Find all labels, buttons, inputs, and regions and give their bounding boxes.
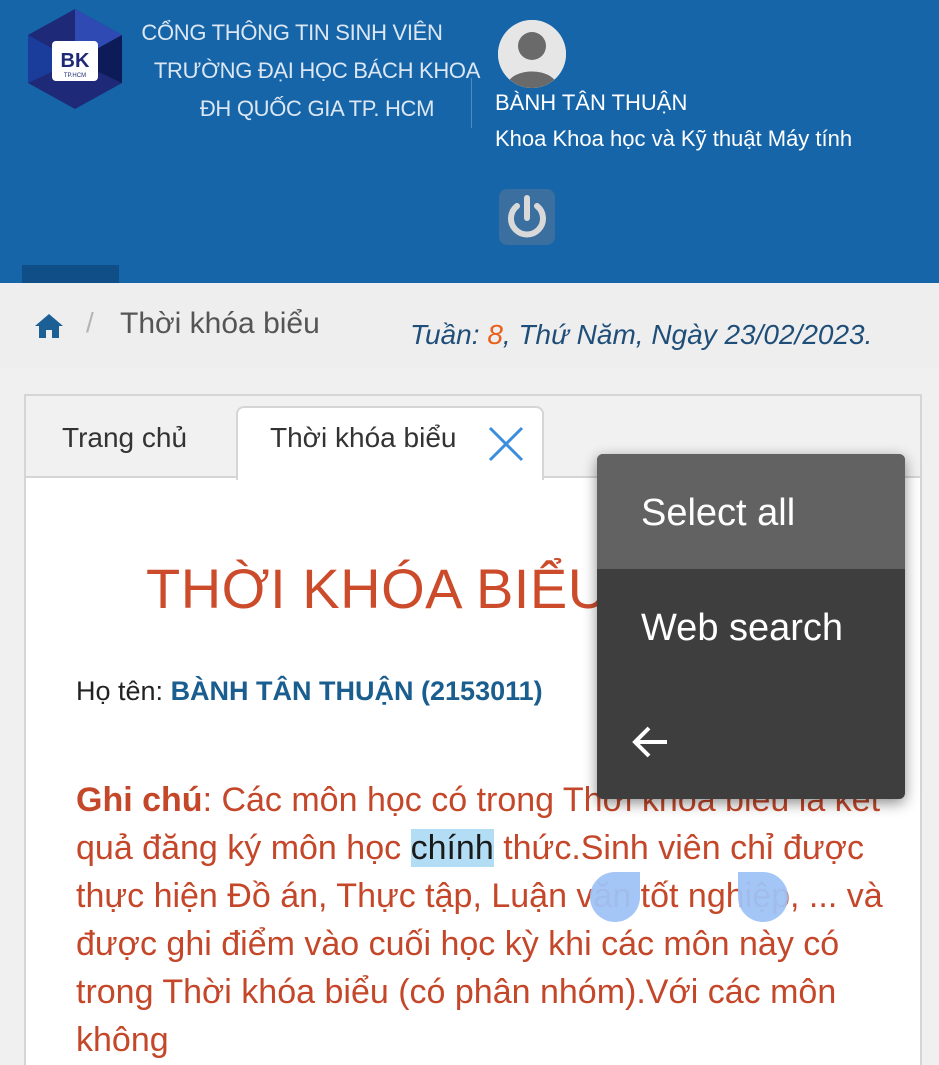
page-title: THỜI KHÓA BIỂU xyxy=(146,557,609,620)
menu-select-all[interactable]: Select all xyxy=(597,454,905,569)
selected-text[interactable]: chính xyxy=(410,829,494,867)
breadcrumb-separator: / xyxy=(86,307,94,338)
power-icon[interactable] xyxy=(498,188,556,246)
avatar[interactable] xyxy=(498,20,566,88)
svg-text:BK: BK xyxy=(61,50,90,72)
week-number: 8 xyxy=(487,319,503,350)
text-selection-menu: Select all Web search xyxy=(597,454,905,799)
tab-timetable-label: Thời khóa biểu xyxy=(270,422,457,453)
svg-text:TP.HCM: TP.HCM xyxy=(64,73,86,79)
breadcrumb: / Thời khóa biểu Tuần: 8, Thứ Năm, Ngày … xyxy=(0,283,939,368)
student-label: Họ tên: xyxy=(76,676,171,706)
selection-handle-start[interactable] xyxy=(590,872,640,922)
breadcrumb-current: Thời khóa biểu xyxy=(120,307,320,340)
school-line-2: TRƯỜNG ĐẠI HỌC BÁCH KHOA xyxy=(153,58,481,83)
faculty-name: Khoa Khoa học và Kỹ thuật Máy tính xyxy=(495,126,853,151)
user-silhouette-icon xyxy=(498,20,566,88)
portal-header: BK TP.HCM CỔNG THÔNG TIN SINH VIÊN TRƯỜN… xyxy=(0,0,939,283)
school-line-3: ĐH QUỐC GIA TP. HCM xyxy=(199,96,435,121)
home-icon[interactable] xyxy=(34,313,64,339)
student-info: Họ tên: BÀNH TÂN THUẬN (2153011) xyxy=(76,676,543,707)
close-icon[interactable] xyxy=(484,422,528,466)
menu-web-search[interactable]: Web search xyxy=(597,569,905,684)
arrow-left-icon[interactable] xyxy=(631,722,671,762)
school-name: CỔNG THÔNG TIN SINH VIÊN TRƯỜNG ĐẠI HỌC … xyxy=(141,14,492,128)
note-paragraph[interactable]: Ghi chú: Các môn học có trong Thời khóa … xyxy=(76,776,906,1064)
selection-handle-end[interactable] xyxy=(738,872,788,922)
header-divider xyxy=(471,78,472,128)
tab-home[interactable]: Trang chủ xyxy=(62,422,187,454)
tab-timetable[interactable]: Thời khóa biểu xyxy=(236,406,544,480)
header-active-indicator xyxy=(22,265,119,283)
note-label: Ghi chú xyxy=(76,781,203,819)
week-prefix: Tuần: xyxy=(410,319,488,350)
week-info: Tuần: 8, Thứ Năm, Ngày 23/02/2023. xyxy=(410,319,872,351)
user-name: BÀNH TÂN THUẬN xyxy=(495,90,688,115)
week-date: , Thứ Năm, Ngày 23/02/2023. xyxy=(502,319,873,350)
school-line-1: CỔNG THÔNG TIN SINH VIÊN xyxy=(141,20,443,45)
student-name: BÀNH TÂN THUẬN (2153011) xyxy=(170,676,543,706)
